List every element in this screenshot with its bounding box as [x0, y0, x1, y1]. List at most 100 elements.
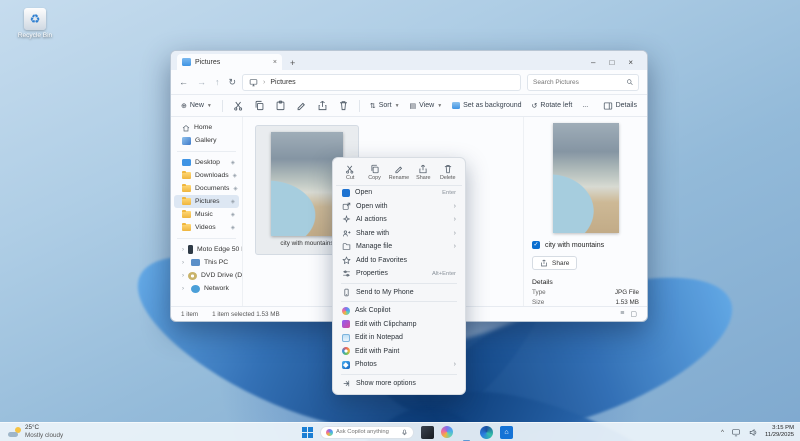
minimize-button[interactable]: –	[591, 58, 595, 67]
sidebar-item-home[interactable]: Home	[174, 121, 239, 134]
new-tab-button[interactable]: +	[290, 56, 295, 70]
menu-item-edit-in-notepad[interactable]: Edit in Notepad	[336, 331, 462, 345]
file-caption: city with mountains	[280, 240, 333, 247]
taskbar-search-input[interactable]	[336, 429, 398, 435]
menu-item-send-to-my-phone[interactable]: Send to My Phone	[336, 286, 462, 300]
weather-widget[interactable]: 25°C Mostly cloudy	[8, 424, 63, 439]
photos-icon	[342, 361, 350, 369]
sort-button[interactable]: ⇅ Sort ▼	[370, 102, 400, 110]
search-input[interactable]	[533, 79, 626, 86]
share-icon[interactable]	[317, 100, 328, 111]
menu-item-share-with[interactable]: Share with›	[336, 227, 462, 241]
search-box[interactable]	[527, 74, 639, 91]
phone-icon	[188, 245, 193, 254]
menu-item-show-more-options[interactable]: Show more options	[336, 377, 462, 391]
detail-row-type: Type JPG File	[532, 289, 639, 296]
share-icon	[540, 259, 548, 267]
delete-button[interactable]: Delete	[437, 164, 459, 181]
expand-chevron-icon[interactable]: ›	[182, 273, 184, 279]
pin-icon: ◈	[233, 173, 237, 179]
cut-icon[interactable]	[233, 100, 244, 111]
close-button[interactable]: ×	[628, 58, 633, 67]
back-button[interactable]: ←	[179, 77, 188, 88]
share-button[interactable]: Share	[532, 256, 577, 270]
forward-button[interactable]: →	[197, 77, 206, 88]
sidebar-item-documents[interactable]: Documents◈	[174, 182, 239, 195]
menu-item-open[interactable]: Open Enter	[336, 186, 462, 200]
view-button[interactable]: ▤ View ▼	[410, 102, 443, 110]
tab-close-icon[interactable]: ×	[273, 59, 277, 66]
sidebar-item-phone[interactable]: › Moto Edge 50 N	[174, 243, 239, 256]
expand-chevron-icon[interactable]: ›	[182, 260, 187, 266]
taskbar-search[interactable]	[320, 426, 414, 439]
expand-chevron-icon[interactable]: ›	[182, 286, 187, 292]
large-icons-view-toggle-icon[interactable]: ▢	[630, 310, 637, 318]
menu-item-manage-file[interactable]: Manage file›	[336, 240, 462, 254]
sidebar-item-network[interactable]: › Network	[174, 282, 239, 295]
expand-chevron-icon[interactable]: ›	[182, 247, 184, 253]
menu-item-ask-copilot[interactable]: Ask Copilot	[336, 304, 462, 318]
paste-icon[interactable]	[275, 100, 286, 111]
submenu-chevron-icon: ›	[454, 243, 456, 250]
tray-chevron-icon[interactable]: ^	[721, 429, 724, 436]
refresh-button[interactable]: ↻	[229, 77, 237, 88]
menu-item-edit-with-paint[interactable]: Edit with Paint	[336, 345, 462, 359]
see-more-button[interactable]: ...	[582, 102, 588, 109]
weather-icon	[8, 427, 21, 437]
menu-item-properties[interactable]: Properties Alt+Enter	[336, 267, 462, 281]
list-view-toggle-icon[interactable]: ≡	[620, 310, 624, 318]
start-button[interactable]	[302, 427, 313, 438]
tab-title: Pictures	[195, 59, 220, 66]
recycle-bin-shortcut[interactable]: ♻ Recycle Bin	[12, 8, 58, 39]
selected-checkbox[interactable]: ✓	[532, 241, 540, 249]
rename-button[interactable]: Rename	[388, 164, 410, 181]
menu-item-open-with[interactable]: Open with›	[336, 200, 462, 214]
delete-icon[interactable]	[338, 100, 349, 111]
command-bar: ⊕ New ▼ ⇅ Sort ▼ ▤ View ▼ Set as backgro…	[171, 95, 647, 117]
properties-icon	[342, 269, 351, 278]
menu-item-add-to-favorites[interactable]: Add to Favorites	[336, 254, 462, 268]
rotate-left-button[interactable]: ↺ Rotate left	[532, 102, 573, 110]
delete-icon	[443, 164, 453, 174]
open-icon	[342, 189, 350, 197]
copilot-app-button[interactable]	[441, 426, 453, 438]
rename-icon[interactable]	[296, 100, 307, 111]
details-pane-icon	[603, 101, 613, 111]
copy-icon[interactable]	[254, 100, 265, 111]
sidebar-item-desktop[interactable]: Desktop◈	[174, 156, 239, 169]
details-toggle-button[interactable]: Details	[603, 101, 637, 111]
address-bar: ← → ↑ ↻ › Pictures	[171, 70, 647, 95]
tab-pictures[interactable]: Pictures ×	[177, 54, 282, 70]
sidebar-item-downloads[interactable]: Downloads◈	[174, 169, 239, 182]
sidebar-item-dvd-drive[interactable]: › DVD Drive (D:) C	[174, 269, 239, 282]
rename-icon	[394, 164, 404, 174]
set-as-background-button[interactable]: Set as background	[452, 102, 521, 109]
sidebar-item-videos[interactable]: Videos◈	[174, 221, 239, 234]
display-cast-icon[interactable]	[731, 428, 741, 437]
sidebar-item-this-pc[interactable]: › This PC	[174, 256, 239, 269]
menu-item-photos[interactable]: Photos›	[336, 358, 462, 372]
menu-item-ai-actions[interactable]: AI actions›	[336, 213, 462, 227]
maximize-button[interactable]: □	[609, 58, 614, 67]
clock[interactable]: 3:15 PM 11/29/2025	[765, 425, 794, 440]
menu-item-edit-with-clipchamp[interactable]: Edit with Clipchamp	[336, 318, 462, 332]
volume-icon[interactable]	[748, 428, 758, 437]
documents-folder-icon	[182, 185, 191, 192]
share-button[interactable]: Share	[412, 164, 434, 181]
task-view-button[interactable]	[421, 426, 434, 439]
microphone-icon[interactable]	[401, 428, 408, 437]
cut-button[interactable]: Cut	[339, 164, 361, 181]
copy-button[interactable]: Copy	[364, 164, 386, 181]
sidebar-item-gallery[interactable]: Gallery	[174, 134, 239, 147]
microsoft-store-button[interactable]: ⌂	[500, 426, 513, 439]
clipchamp-icon	[342, 320, 350, 328]
edge-browser-button[interactable]	[480, 426, 493, 439]
sidebar-item-music[interactable]: Music◈	[174, 208, 239, 221]
sidebar-item-pictures[interactable]: Pictures◈	[174, 195, 239, 208]
submenu-chevron-icon: ›	[454, 203, 456, 210]
new-button[interactable]: ⊕ New ▼	[181, 102, 212, 110]
file-explorer-taskbar-button[interactable]	[460, 426, 473, 439]
navigation-pane: Home Gallery Desktop◈ Downloads◈ Do	[171, 117, 243, 306]
breadcrumb[interactable]: › Pictures	[242, 74, 521, 91]
up-button[interactable]: ↑	[215, 77, 220, 88]
